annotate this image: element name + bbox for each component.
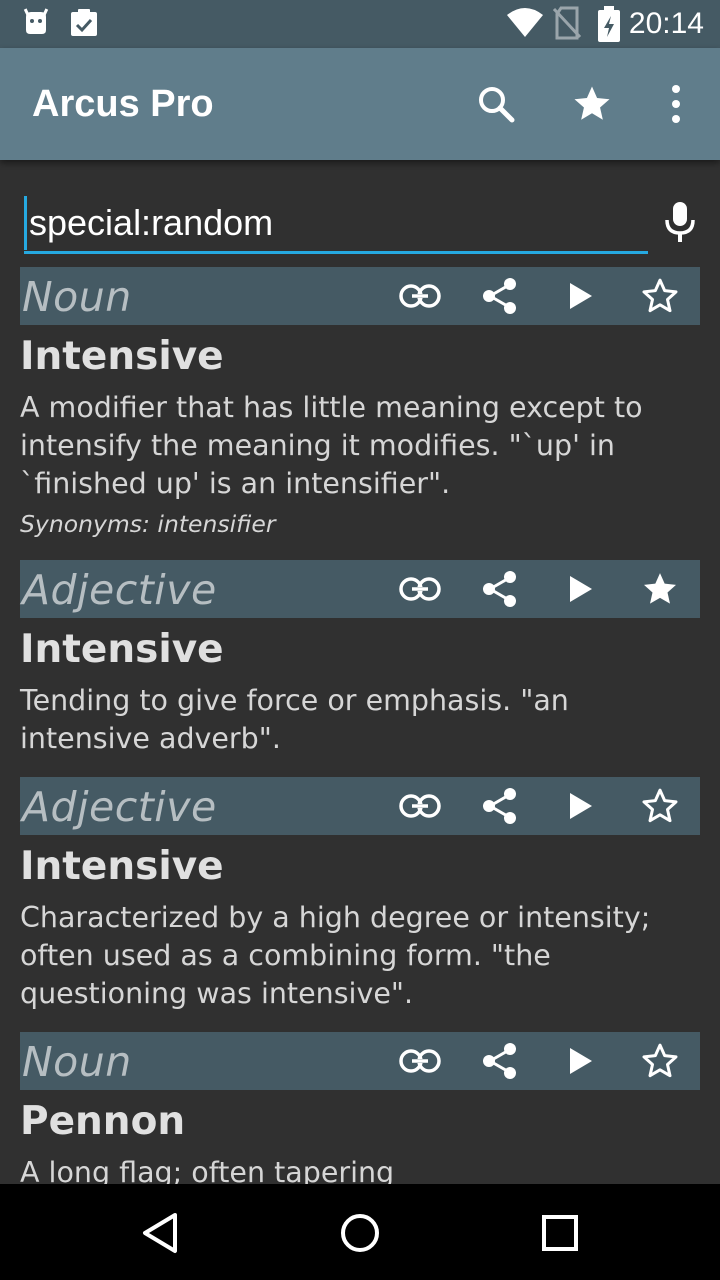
- clipboard-check-icon: [68, 8, 100, 42]
- back-button[interactable]: [135, 1208, 185, 1258]
- voice-search-button[interactable]: [656, 196, 704, 248]
- search-input[interactable]: [24, 196, 648, 250]
- favorite-toggle[interactable]: [638, 784, 682, 828]
- favorite-toggle[interactable]: [638, 567, 682, 611]
- definition-text: Characterized by a high degree or intens…: [20, 901, 651, 1010]
- share-button[interactable]: [478, 567, 522, 611]
- definition-card: Adjective Intensive Tending to give forc…: [0, 560, 720, 765]
- headword: Intensive: [20, 334, 224, 379]
- star-outline-icon: [642, 788, 678, 823]
- copy-link-button[interactable]: [398, 274, 442, 318]
- definition-card: Noun Intensive A modifier that has littl…: [0, 267, 720, 547]
- star-outline-icon: [642, 1043, 678, 1078]
- entry-header: Adjective: [20, 777, 700, 835]
- play-pronunciation-button[interactable]: [558, 1039, 602, 1083]
- battery-charging-icon: [596, 6, 622, 46]
- share-icon: [483, 571, 516, 607]
- part-of-speech: Noun: [22, 273, 132, 321]
- home-icon: [341, 1214, 379, 1252]
- search-field[interactable]: [24, 196, 648, 254]
- star-filled-icon: [644, 573, 676, 604]
- overflow-menu-button[interactable]: [652, 80, 700, 128]
- definition-text: A modifier that has little meaning excep…: [20, 391, 643, 500]
- share-button[interactable]: [478, 784, 522, 828]
- no-sim-icon: [552, 6, 582, 44]
- play-pronunciation-button[interactable]: [558, 274, 602, 318]
- star-icon: [574, 86, 610, 120]
- app-bar: Arcus Pro: [0, 48, 720, 160]
- home-button[interactable]: [335, 1208, 385, 1258]
- play-icon: [570, 576, 592, 602]
- copy-link-button[interactable]: [398, 1039, 442, 1083]
- part-of-speech: Noun: [22, 1038, 132, 1086]
- star-outline-icon: [642, 278, 678, 313]
- share-button[interactable]: [478, 274, 522, 318]
- play-pronunciation-button[interactable]: [558, 784, 602, 828]
- favorites-button[interactable]: [568, 80, 616, 128]
- share-icon: [483, 1043, 516, 1079]
- definition-card: Adjective Intensive Characterized by a h…: [0, 777, 720, 1027]
- link-icon: [399, 1049, 441, 1073]
- entry-header: Noun: [20, 267, 700, 325]
- definition-text: Tending to give force or emphasis. "an i…: [20, 684, 569, 755]
- recents-icon: [542, 1215, 578, 1251]
- link-icon: [399, 284, 441, 308]
- headword: Intensive: [20, 844, 224, 889]
- copy-link-button[interactable]: [398, 784, 442, 828]
- favorite-toggle[interactable]: [638, 1039, 682, 1083]
- app-title: Arcus Pro: [32, 83, 214, 125]
- results-list[interactable]: Noun Intensive A modifier that has littl…: [0, 160, 720, 1184]
- favorite-toggle[interactable]: [638, 274, 682, 318]
- search-icon: [479, 87, 515, 123]
- clock: 20:14: [628, 7, 704, 40]
- headword: Intensive: [20, 627, 224, 672]
- copy-link-button[interactable]: [398, 567, 442, 611]
- android-icon: [22, 8, 50, 40]
- entry-header: Noun: [20, 1032, 700, 1090]
- status-bar: 20:14: [0, 0, 720, 48]
- share-icon: [483, 278, 516, 314]
- part-of-speech: Adjective: [22, 783, 217, 831]
- share-icon: [483, 788, 516, 824]
- play-icon: [570, 1048, 592, 1074]
- navigation-bar: [0, 1184, 720, 1280]
- share-button[interactable]: [478, 1039, 522, 1083]
- back-icon: [143, 1213, 177, 1253]
- definition-card: Noun Pennon A long flag; often tapering: [0, 1032, 720, 1184]
- play-icon: [570, 283, 592, 309]
- link-icon: [399, 577, 441, 601]
- part-of-speech: Adjective: [22, 566, 217, 614]
- wifi-icon: [506, 6, 544, 42]
- synonyms: Synonyms: intensifier: [20, 510, 276, 538]
- microphone-icon: [665, 202, 695, 242]
- more-vert-icon: [672, 85, 680, 123]
- recents-button[interactable]: [535, 1208, 585, 1258]
- play-icon: [570, 793, 592, 819]
- play-pronunciation-button[interactable]: [558, 567, 602, 611]
- link-icon: [399, 794, 441, 818]
- headword: Pennon: [20, 1099, 186, 1144]
- entry-header: Adjective: [20, 560, 700, 618]
- search-button[interactable]: [472, 80, 520, 128]
- definition-text: A long flag; often tapering: [20, 1156, 395, 1184]
